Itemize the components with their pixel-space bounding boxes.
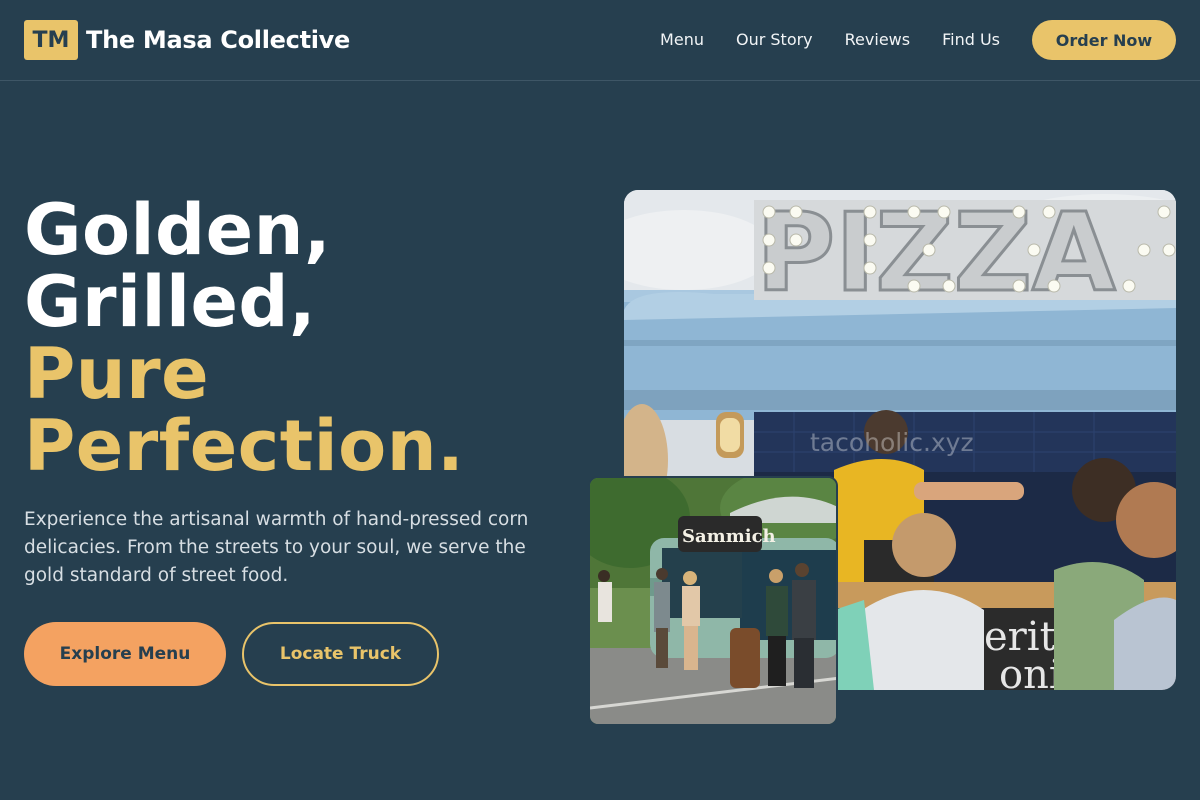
headline-line-1: Golden, xyxy=(24,189,332,271)
watermark-text: tacoholic.xyz xyxy=(810,428,974,457)
nav-link-reviews[interactable]: Reviews xyxy=(845,20,910,60)
hero-description: Experience the artisanal warmth of hand-… xyxy=(24,509,529,586)
locate-truck-button[interactable]: Locate Truck xyxy=(242,622,439,686)
nav-link-menu[interactable]: Menu xyxy=(660,20,704,60)
pizza-sign-text: PIZZA xyxy=(756,191,1116,316)
sammich-sign-text: Sammich xyxy=(682,526,776,547)
nav-link-our-story[interactable]: Our Story xyxy=(736,20,813,60)
explore-menu-button[interactable]: Explore Menu xyxy=(24,622,226,686)
sammich-truck-photo: Sammich xyxy=(588,476,838,726)
logo-mark[interactable]: TM xyxy=(24,20,78,60)
headline-line-3: Pure xyxy=(24,333,210,415)
headline-line-4: Perfection. xyxy=(24,405,465,487)
nav-link-find-us[interactable]: Find Us xyxy=(942,20,1000,60)
headline-line-2: Grilled, xyxy=(24,261,317,343)
order-now-button[interactable]: Order Now xyxy=(1032,20,1176,60)
main-nav: Menu Our Story Reviews Find Us Order Now xyxy=(660,20,1176,60)
brand-name[interactable]: The Masa Collective xyxy=(86,26,350,54)
site-header: TM The Masa Collective Menu Our Story Re… xyxy=(0,0,1200,81)
board-text-2: oni xyxy=(999,652,1062,690)
hero-headline: Golden, Grilled, Pure Perfection. xyxy=(24,194,464,482)
